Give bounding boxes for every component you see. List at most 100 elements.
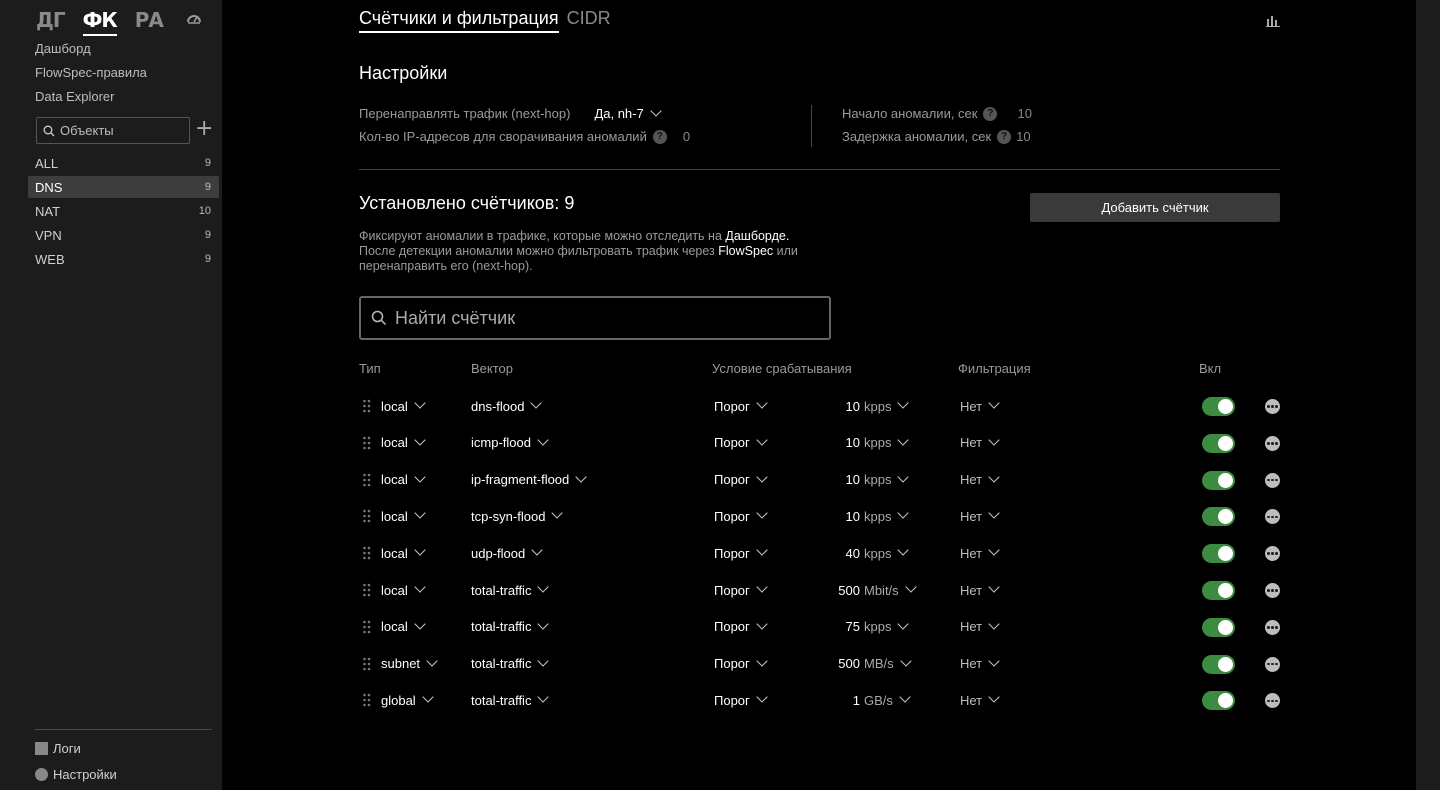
app-fk-tab[interactable]: ФК: [82, 8, 118, 36]
dashboard-link[interactable]: Дашборде.: [725, 229, 789, 243]
threshold-value[interactable]: 10: [779, 504, 860, 528]
help-icon[interactable]: ?: [997, 129, 1012, 144]
threshold-value[interactable]: 1: [779, 688, 860, 712]
nav-flowspec-rules[interactable]: FlowSpec-правила: [35, 65, 147, 80]
help-icon[interactable]: ?: [652, 129, 667, 144]
filter-dropdown[interactable]: Нет: [960, 541, 1000, 565]
more-options-icon[interactable]: [1265, 435, 1280, 451]
threshold-value[interactable]: 500: [779, 578, 860, 602]
app-dg-tab[interactable]: ДГ: [36, 8, 66, 32]
enabled-toggle[interactable]: [1202, 691, 1235, 711]
vector-dropdown[interactable]: total-traffic: [471, 615, 550, 639]
more-options-icon[interactable]: [1265, 693, 1280, 709]
filter-dropdown[interactable]: Нет: [960, 504, 1000, 528]
speedometer-icon[interactable]: [186, 11, 202, 25]
threshold-value[interactable]: 10: [779, 394, 860, 418]
vector-dropdown[interactable]: udp-flood: [471, 541, 543, 565]
scrollbar-track[interactable]: [1416, 0, 1440, 790]
unit-dropdown[interactable]: kpps: [860, 394, 910, 418]
drag-handle-icon[interactable]: [362, 578, 372, 602]
redirect-dropdown[interactable]: Да, nh-7: [594, 105, 662, 121]
anomaly-delay-value[interactable]: 10: [1016, 129, 1030, 144]
type-dropdown[interactable]: local: [381, 504, 426, 528]
more-options-icon[interactable]: [1265, 583, 1280, 598]
collapse-value[interactable]: 0: [683, 129, 690, 144]
unit-dropdown[interactable]: kpps: [860, 541, 910, 565]
threshold-value[interactable]: 10: [779, 468, 860, 492]
enabled-toggle[interactable]: [1202, 397, 1235, 416]
condition-dropdown[interactable]: Порог: [714, 541, 768, 565]
drag-handle-icon[interactable]: [362, 504, 372, 528]
more-options-icon[interactable]: [1265, 472, 1280, 488]
more-options-icon[interactable]: [1265, 619, 1280, 635]
objects-search[interactable]: [36, 117, 190, 144]
filter-dropdown[interactable]: Нет: [960, 688, 1000, 712]
enabled-toggle[interactable]: [1202, 544, 1235, 564]
nav-data-explorer[interactable]: Data Explorer: [35, 89, 114, 104]
type-dropdown[interactable]: local: [381, 578, 426, 602]
type-dropdown[interactable]: local: [381, 541, 426, 565]
filter-dropdown[interactable]: Нет: [960, 468, 1000, 492]
counter-search[interactable]: [359, 296, 831, 340]
vector-dropdown[interactable]: total-traffic: [471, 578, 550, 602]
unit-dropdown[interactable]: MB/s: [860, 652, 912, 676]
type-dropdown[interactable]: local: [381, 431, 426, 455]
type-dropdown[interactable]: global: [381, 688, 434, 712]
filter-dropdown[interactable]: Нет: [960, 394, 1000, 418]
unit-dropdown[interactable]: kpps: [860, 615, 910, 639]
object-item-web[interactable]: WEB 9: [28, 248, 219, 270]
filter-dropdown[interactable]: Нет: [960, 615, 1000, 639]
type-dropdown[interactable]: local: [381, 394, 426, 418]
drag-handle-icon[interactable]: [362, 688, 372, 712]
unit-dropdown[interactable]: kpps: [860, 468, 910, 492]
more-options-icon[interactable]: [1265, 509, 1280, 525]
unit-dropdown[interactable]: Mbit/s: [860, 578, 917, 602]
enabled-toggle[interactable]: [1202, 654, 1235, 674]
nav-logs[interactable]: Логи: [35, 741, 81, 756]
drag-handle-icon[interactable]: [362, 468, 372, 492]
drag-handle-icon[interactable]: [362, 615, 372, 639]
object-item-vpn[interactable]: VPN 9: [28, 224, 219, 246]
filter-dropdown[interactable]: Нет: [960, 431, 1000, 455]
unit-dropdown[interactable]: kpps: [860, 431, 910, 455]
condition-dropdown[interactable]: Порог: [714, 615, 768, 639]
threshold-value[interactable]: 10: [779, 431, 860, 455]
objects-search-input[interactable]: [60, 123, 180, 138]
object-item-all[interactable]: ALL 9: [28, 152, 219, 174]
bar-chart-icon[interactable]: [1266, 13, 1280, 27]
threshold-value[interactable]: 75: [779, 615, 860, 639]
drag-handle-icon[interactable]: [362, 541, 372, 565]
condition-dropdown[interactable]: Порог: [714, 394, 768, 418]
type-dropdown[interactable]: local: [381, 468, 426, 492]
enabled-toggle[interactable]: [1202, 470, 1235, 490]
nav-settings[interactable]: Настройки: [35, 767, 117, 782]
vector-dropdown[interactable]: icmp-flood: [471, 431, 549, 455]
vector-dropdown[interactable]: total-traffic: [471, 652, 550, 676]
filter-dropdown[interactable]: Нет: [960, 652, 1000, 676]
more-options-icon[interactable]: [1265, 546, 1280, 562]
type-dropdown[interactable]: local: [381, 615, 426, 639]
vector-dropdown[interactable]: tcp-syn-flood: [471, 504, 564, 528]
condition-dropdown[interactable]: Порог: [714, 504, 768, 528]
condition-dropdown[interactable]: Порог: [714, 688, 768, 712]
enabled-toggle[interactable]: [1202, 433, 1235, 453]
vector-dropdown[interactable]: dns-flood: [471, 394, 543, 418]
condition-dropdown[interactable]: Порог: [714, 431, 768, 455]
more-options-icon[interactable]: [1265, 656, 1280, 672]
tab-cidr[interactable]: CIDR: [567, 8, 611, 33]
condition-dropdown[interactable]: Порог: [714, 468, 768, 492]
drag-handle-icon[interactable]: [362, 394, 372, 418]
object-item-dns[interactable]: DNS 9: [28, 176, 219, 198]
object-item-nat[interactable]: NAT 10: [28, 200, 219, 222]
unit-dropdown[interactable]: kpps: [860, 504, 910, 528]
add-counter-button[interactable]: Добавить счётчик: [1030, 193, 1280, 222]
anomaly-start-value[interactable]: 10: [1017, 106, 1031, 121]
threshold-value[interactable]: 40: [779, 541, 860, 565]
vector-dropdown[interactable]: total-traffic: [471, 688, 550, 712]
tab-counters[interactable]: Счётчики и фильтрация: [359, 8, 559, 33]
type-dropdown[interactable]: subnet: [381, 652, 438, 676]
add-object-button[interactable]: +: [195, 118, 213, 140]
vector-dropdown[interactable]: ip-fragment-flood: [471, 468, 587, 492]
flowspec-link[interactable]: FlowSpec: [718, 244, 773, 258]
filter-dropdown[interactable]: Нет: [960, 578, 1000, 602]
